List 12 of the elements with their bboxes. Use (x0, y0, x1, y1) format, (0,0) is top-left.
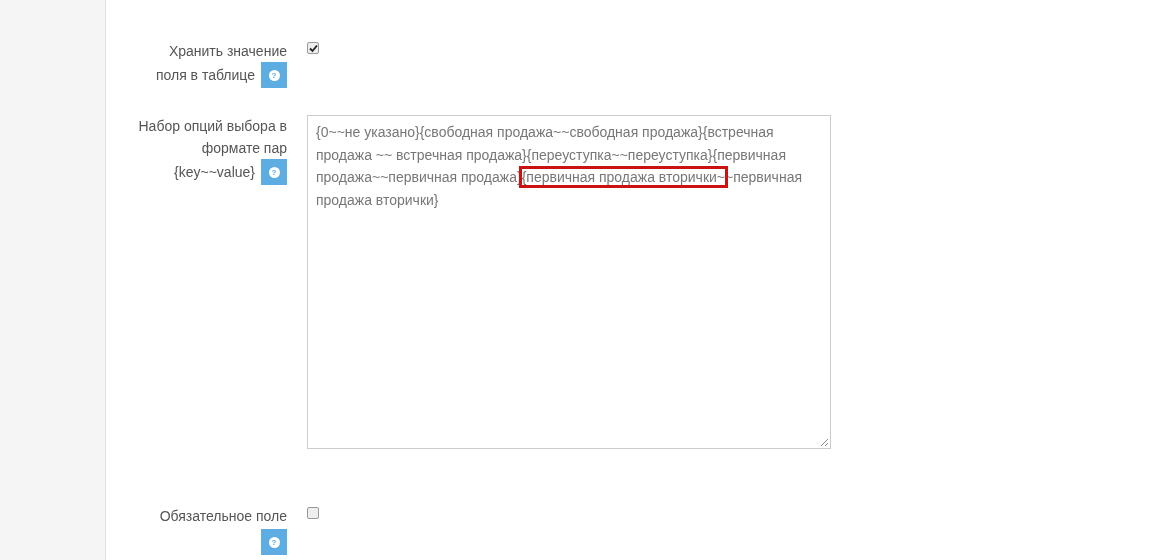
resize-grip-icon[interactable] (820, 438, 829, 447)
field-label: формате пар (201, 139, 287, 158)
field-label: Обязательное поле (159, 507, 287, 526)
help-button[interactable]: ? (261, 159, 287, 185)
help-button[interactable]: ? (261, 62, 287, 88)
checkbox[interactable] (307, 42, 319, 54)
checkbox[interactable] (307, 507, 319, 519)
field-label: Набор опций выбора в (138, 117, 287, 136)
help-button[interactable]: ? (261, 529, 287, 555)
field-label: Хранить значение (168, 42, 287, 61)
field-label: поля в таблице (155, 66, 255, 85)
field-label: {key~~value} (174, 163, 255, 182)
